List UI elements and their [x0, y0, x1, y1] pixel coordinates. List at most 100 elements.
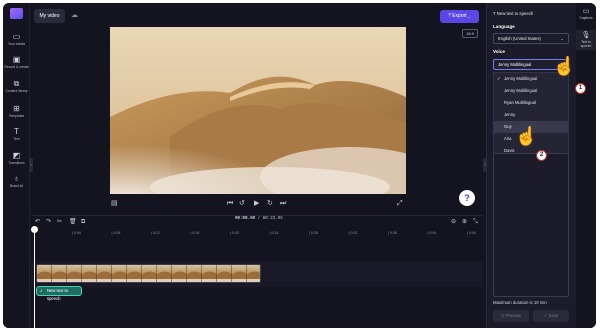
rail-content-library[interactable]: ⧉ Content library: [3, 79, 30, 93]
timeline-timecode: 00:00.00 / 00:23.95: [235, 217, 283, 221]
script-textarea[interactable]: [493, 153, 569, 297]
voice-value: Jenny Multilingual: [498, 62, 532, 67]
ruler-tick: | 0:36: [388, 231, 397, 235]
clipchamp-editor: ▭ Your media ▣ Record & create ⧉ Content…: [3, 3, 596, 328]
help-button[interactable]: ?: [459, 190, 475, 206]
rail-label: Templates: [8, 114, 25, 118]
total-time: 00:23.95: [262, 217, 283, 221]
language-select[interactable]: English (United States) ⌄: [493, 33, 569, 44]
save-button[interactable]: ✓ Save: [533, 310, 569, 322]
rail-captions[interactable]: ▭ Captions: [576, 8, 596, 20]
pointer-hand-icon: ☝: [553, 56, 576, 76]
preview-button[interactable]: ⊙ Preview: [493, 310, 529, 322]
chevron-down-icon: ⌄: [560, 36, 564, 41]
skip-back-icon[interactable]: ⏮: [227, 197, 233, 211]
skip-forward-icon[interactable]: ⏭: [280, 197, 286, 211]
fit-timeline-icon[interactable]: ⤡: [473, 216, 478, 228]
video-clip[interactable]: [36, 264, 261, 283]
delete-icon[interactable]: 🗑: [69, 216, 77, 228]
audio-clip-label: New text to speech: [47, 288, 68, 301]
rail-templates[interactable]: ⊞ Templates: [3, 104, 30, 118]
play-icon[interactable]: ▶: [254, 197, 259, 211]
brand-kit-icon: ♁: [13, 174, 20, 183]
clip-thumbnails: [37, 265, 260, 282]
rail-label: Text to speech: [580, 40, 592, 48]
pointer-hand-icon: ☝: [515, 126, 538, 146]
rail-text[interactable]: T Text: [3, 127, 30, 141]
export-button[interactable]: ⤒ Export ⌄: [440, 10, 479, 23]
audio-icon: ♪: [40, 288, 43, 294]
screenshot-frame: ▭ Your media ▣ Record & create ⧉ Content…: [0, 0, 600, 333]
language-value: English (United States): [498, 36, 541, 41]
playhead-handle[interactable]: [31, 226, 38, 233]
ruler-tick: | 0:04: [72, 231, 81, 235]
rail-label: Text: [13, 137, 20, 141]
rail-label: Your media: [7, 42, 26, 46]
current-time: 00:00.00: [235, 217, 256, 221]
ruler-tick: | 0:28: [309, 231, 318, 235]
save-label: Save: [548, 313, 559, 318]
rail-label: Transitions: [8, 161, 25, 165]
rail-transitions[interactable]: ◩ Transitions: [3, 151, 30, 165]
subtitles-toggle-icon[interactable]: ▤: [111, 197, 118, 211]
voice-label: Voice: [493, 49, 505, 54]
voice-option[interactable]: Jenny: [494, 109, 568, 121]
step-badge: 2: [536, 150, 547, 161]
ruler-tick: | 0:32: [348, 231, 358, 235]
rail-label: Captions: [579, 16, 593, 20]
rewind-5s-icon[interactable]: ↺: [239, 197, 245, 211]
fullscreen-icon[interactable]: ⤢: [397, 197, 403, 211]
rail-record-create[interactable]: ▣ Record & create: [3, 55, 30, 69]
text-to-speech-audio-clip[interactable]: ♪ New text to speech: [36, 286, 82, 301]
microphone-icon: 🎙: [581, 32, 591, 39]
text-icon: T: [14, 127, 19, 136]
zoom-out-icon[interactable]: ⊖: [451, 216, 456, 228]
ruler-tick: | 0:12: [151, 231, 160, 235]
desert-dunes-frame: [110, 27, 406, 194]
forward-5s-icon[interactable]: ↻: [267, 197, 273, 211]
rail-brand-kit[interactable]: ♁ Brand kit: [3, 174, 30, 188]
redo-icon[interactable]: ↷: [46, 216, 51, 228]
split-icon[interactable]: ✂: [57, 216, 62, 228]
collapse-left-handle[interactable]: ›: [29, 158, 33, 172]
cloud-sync-icon: ☁: [71, 12, 78, 19]
rail-text-to-speech[interactable]: 🎙 Text to speech: [576, 30, 596, 50]
ruler-tick: | 0:24: [269, 231, 279, 235]
rail-label: Brand kit: [9, 184, 24, 188]
folder-icon: ▭: [12, 32, 21, 41]
step-badge: 1: [575, 83, 586, 94]
playhead[interactable]: [34, 228, 35, 328]
right-sidebar: [576, 3, 596, 328]
max-duration-note: Maximum duration is 10 min: [493, 300, 547, 305]
timeline-ruler[interactable]: | 0:04 | 0:08 | 0:12 | 0:16 | 0:20 | 0:24 | 0:…: [34, 231, 514, 239]
aspect-ratio-button[interactable]: 16:9: [462, 29, 478, 38]
ruler-tick: | 0:16: [190, 231, 200, 235]
panel-title: T New text to speech: [493, 11, 533, 16]
voice-option[interactable]: Ryan Multilingual: [494, 97, 568, 109]
export-label: Export: [452, 13, 467, 19]
ruler-tick: | 0:40: [427, 231, 437, 235]
ruler-tick: | 0:20: [230, 231, 239, 235]
app-logo: [10, 8, 23, 19]
ruler-tick: | 0:08: [111, 231, 121, 235]
voice-option[interactable]: Jenny Multilingual: [494, 85, 568, 97]
templates-icon: ⊞: [13, 104, 20, 113]
left-sidebar: [3, 3, 30, 328]
rail-label: Content library: [5, 89, 28, 93]
transitions-icon: ◩: [12, 151, 21, 160]
panel-title-text: New text to speech: [496, 11, 534, 16]
captions-icon: ▭: [582, 8, 590, 15]
chevron-down-icon: ⌄: [466, 13, 471, 19]
duplicate-icon[interactable]: ⧉: [81, 216, 85, 228]
camera-icon: ▣: [12, 55, 21, 64]
language-label: Language: [493, 24, 515, 29]
rail-your-media[interactable]: ▭ Your media: [3, 32, 30, 46]
rail-label: Record & create: [4, 65, 29, 69]
playback-controls: ▤ ⏮ ↺ ▶ ↻ ⏭ ⤢: [31, 197, 483, 211]
zoom-in-icon[interactable]: ⊕: [462, 216, 467, 228]
project-title[interactable]: My video: [34, 9, 65, 23]
collapse-right-handle[interactable]: ›: [483, 158, 487, 172]
video-preview: [110, 27, 406, 194]
preview-label: Preview: [505, 313, 522, 318]
library-icon: ⧉: [13, 79, 20, 88]
